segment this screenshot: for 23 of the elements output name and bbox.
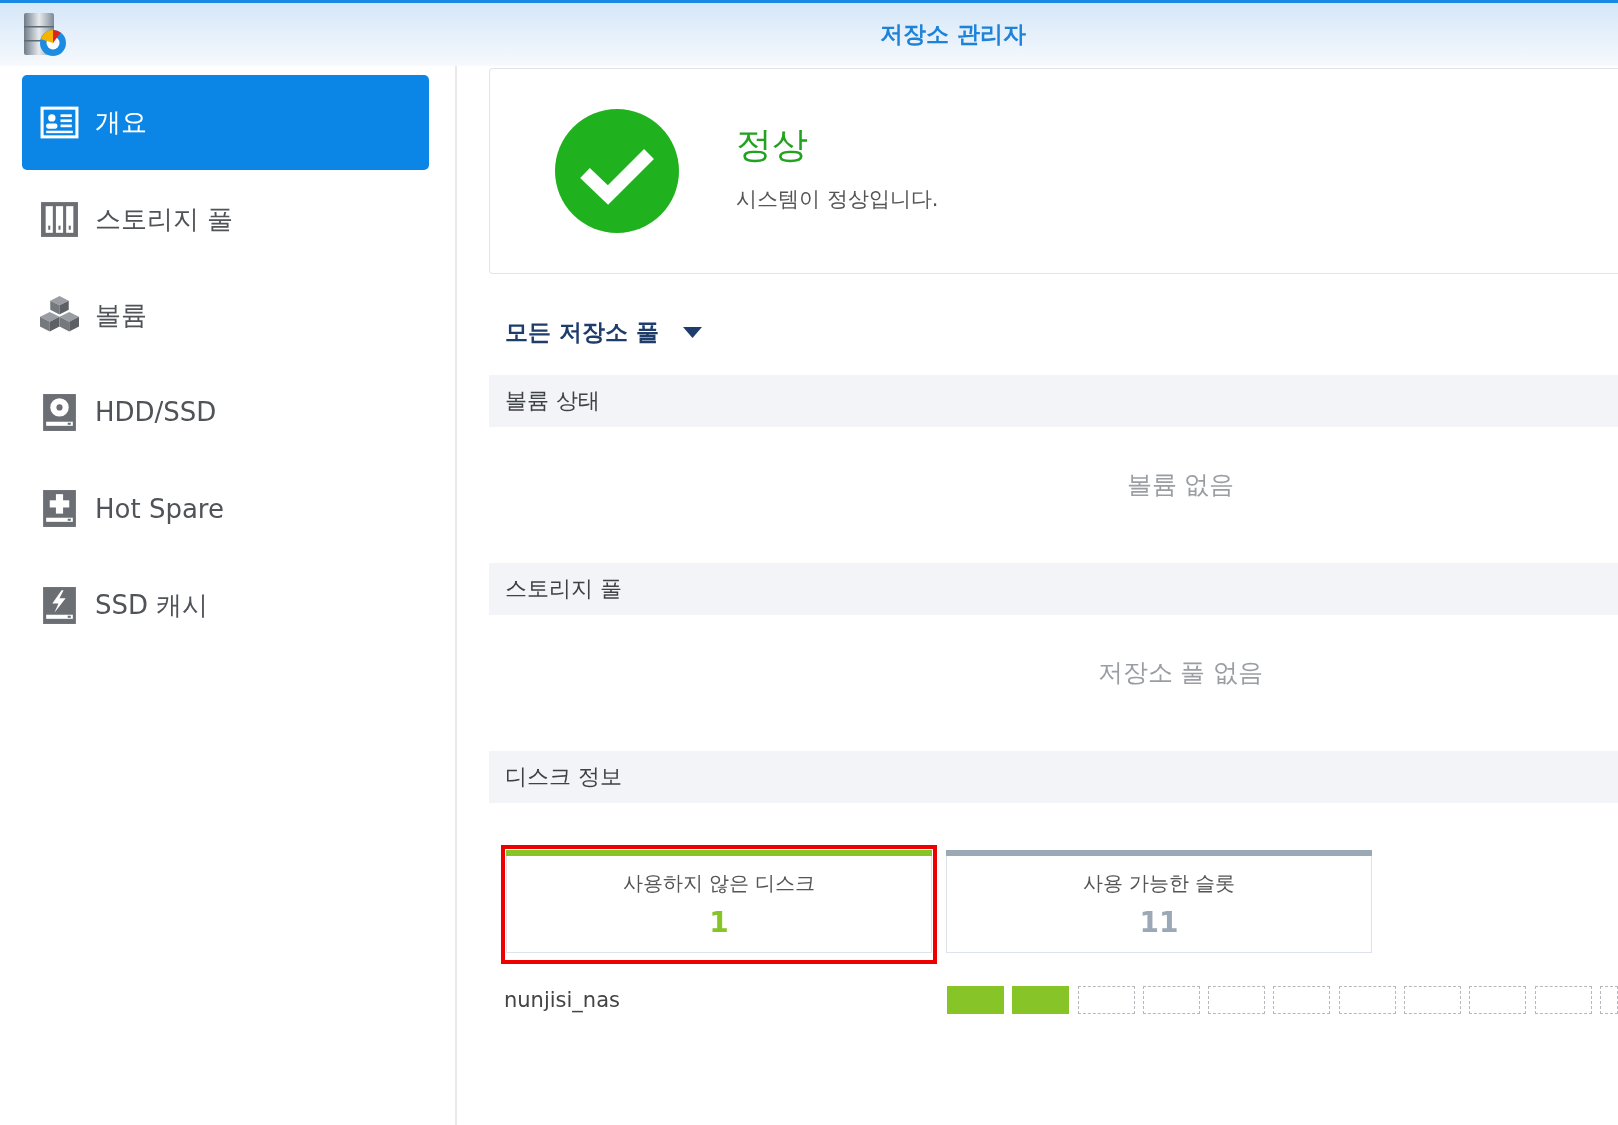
status-message: 시스템이 정상입니다. (736, 186, 939, 213)
card-label: 사용 가능한 슬롯 (1082, 870, 1236, 896)
card-count: 11 (1139, 907, 1179, 939)
pool-filter-dropdown[interactable]: 모든 저장소 풀 (489, 312, 710, 352)
empty-message: 볼륨 없음 (1126, 469, 1235, 501)
sidebar-item[interactable]: Hot Spare (22, 461, 429, 556)
window-title: 저장소 관리자 (880, 20, 1026, 49)
sidebar-item[interactable]: 스토리지 풀 (22, 171, 429, 267)
card-count: 1 (709, 907, 729, 939)
caret-icon (683, 326, 702, 338)
section-header: 디스크 정보 (489, 751, 1618, 803)
sidebar-item[interactable]: HDD/SSD (22, 364, 429, 460)
empty-message: 저장소 풀 없음 (1097, 657, 1264, 689)
check-circle-icon (555, 109, 679, 233)
sidebar-item[interactable]: SSD 캐시 (22, 557, 429, 653)
status-title: 정상 (736, 123, 808, 167)
section-header: 스토리지 풀 (489, 563, 1618, 615)
storage-chart-icon (23, 11, 67, 58)
sidebar-item[interactable]: 개요 (22, 75, 429, 170)
section-header: 볼륨 상태 (489, 375, 1618, 427)
sidebar-item[interactable]: 볼륨 (22, 268, 429, 363)
card-label: 사용하지 않은 디스크 (622, 870, 816, 896)
nas-name: nunjisi_nas (504, 988, 620, 1012)
